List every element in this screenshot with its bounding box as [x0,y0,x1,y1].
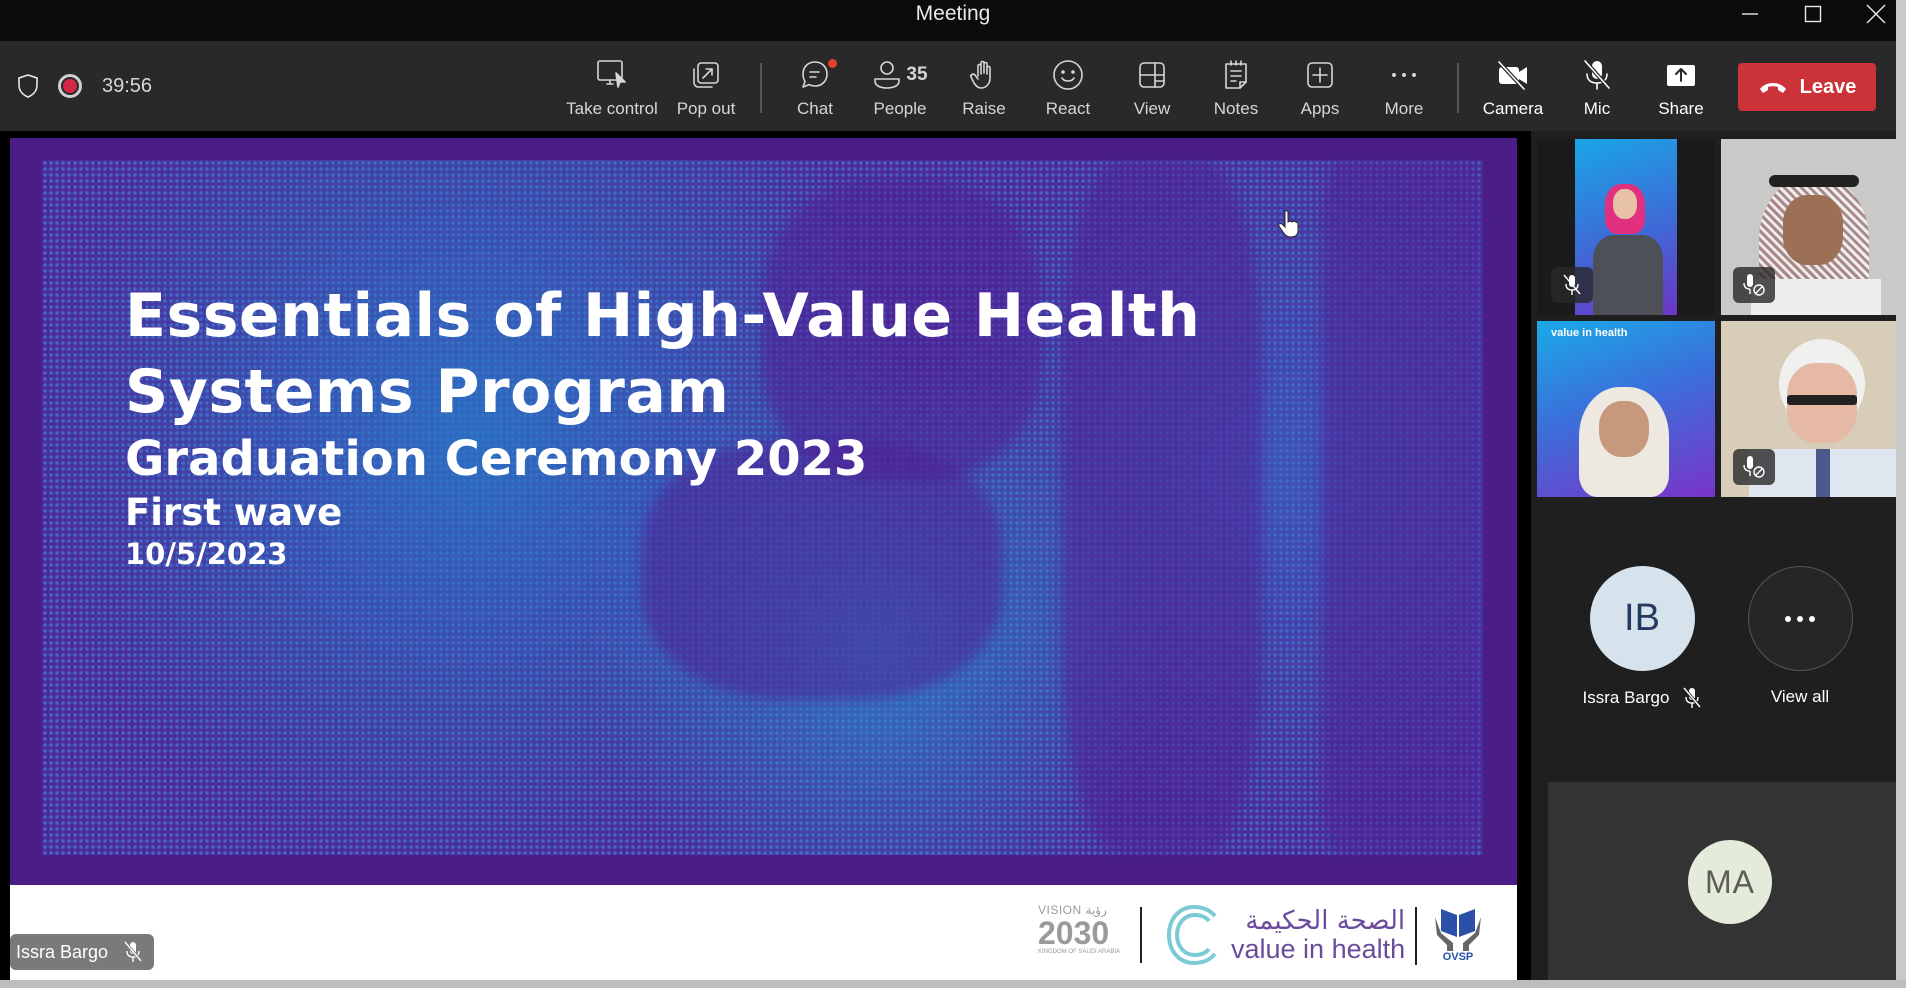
window-title: Meeting [915,2,991,25]
meeting-status: 39:56 [16,73,152,99]
teams-meeting-window: Meeting 39:56 Take control Pop out Chat … [0,0,1906,988]
slide-logo-strip: VISION رؤية 2030 KINGDOM OF SAUDI ARABIA… [10,885,1517,980]
presenter-name-tag: Issra Bargo [10,934,155,970]
mic-blocked-badge [1733,449,1775,485]
apps-button[interactable]: Apps [1277,55,1363,123]
background-logo-text: value in health [1551,327,1628,339]
pop-out-icon [693,62,719,88]
avatar: MA [1688,840,1772,924]
meeting-timer: 39:56 [102,74,153,97]
mic-muted-icon [124,941,143,962]
camera-button[interactable]: Camera [1470,55,1556,123]
shared-slide: Essentials of High-Value Health Systems … [10,138,1517,980]
shield-icon[interactable] [16,73,40,99]
window-edge [0,980,1906,988]
window-edge [1896,0,1906,988]
hang-up-icon [1759,83,1786,93]
mic-blocked-badge [1733,267,1775,303]
view-all-button[interactable]: View all [1720,566,1880,707]
raise-hand-button[interactable]: Raise [941,55,1027,123]
toolbar-divider [760,63,762,113]
view-button[interactable]: View [1109,55,1195,123]
pop-out-button[interactable]: Pop out [663,55,749,123]
screen-pointer-icon [597,60,626,88]
people-button[interactable]: 35 People [857,55,943,123]
mic-muted-badge [1551,267,1593,303]
slide-date: 10/5/2023 [125,537,288,571]
shared-content-stage: Essentials of High-Value Health Systems … [0,131,1531,988]
mic-blocked-icon [1743,274,1765,296]
ellipsis-icon [1392,73,1416,77]
react-button[interactable]: React [1025,55,1111,123]
chat-button[interactable]: Chat [772,55,858,123]
mic-muted-icon [1683,687,1702,708]
mic-off-icon [1583,59,1611,90]
layout-icon [1139,62,1165,88]
slide-title-line1: Essentials of High-Value Health [125,281,1201,351]
avatar: IB [1589,566,1695,671]
ellipsis-icon [1785,615,1815,622]
add-app-icon [1307,62,1333,88]
minimize-button[interactable] [1722,0,1778,28]
notes-button[interactable]: Notes [1193,55,1279,123]
chat-notification-dot [828,59,837,68]
self-video-tile[interactable]: MA [1548,782,1906,980]
slide-title-line2: Systems Program [125,357,730,427]
title-bar: Meeting [0,0,1906,40]
logo-divider [1415,907,1417,965]
slide-title-block: Essentials of High-Value Health Systems … [125,278,1200,572]
meeting-toolbar: 39:56 Take control Pop out Chat 35 Peopl… [0,41,1896,131]
video-tile-participant-1[interactable] [1537,139,1715,315]
hand-icon [970,60,991,89]
hand-pointer-cursor-icon [1278,210,1299,238]
mic-button[interactable]: Mic [1554,55,1640,123]
participant-name: Issra Bargo [1582,688,1670,707]
slide-subtitle: Graduation Ceremony 2023 [125,431,868,487]
value-in-health-logo: الصحة الحكيمة value in health [1165,903,1405,967]
video-tile-participant-3[interactable]: value in health [1537,321,1715,497]
toolbar-divider [1457,63,1459,113]
minimize-icon [1742,13,1758,15]
camera-off-icon [1497,60,1527,91]
video-tile-participant-2[interactable] [1721,139,1899,315]
participant-video: value in health [1537,321,1715,497]
logo-divider [1140,907,1142,963]
chat-icon [802,61,828,88]
person-icon [874,61,901,89]
share-button[interactable]: Share [1638,55,1724,123]
smiley-icon [1053,60,1083,90]
ovsp-logo: OVSP [1430,903,1486,967]
ovsp-hands-book-icon [1435,909,1481,951]
take-control-button[interactable]: Take control [566,55,658,123]
value-in-health-c-icon [1166,904,1217,966]
mic-muted-icon [1563,274,1581,295]
close-icon [1866,4,1886,24]
participant-avatar-issra-bargo[interactable]: IB Issra Bargo [1562,566,1722,709]
slide-wave: First wave [125,491,343,534]
share-icon [1667,65,1695,86]
video-tile-participant-4[interactable] [1721,321,1899,497]
notes-icon [1225,60,1247,89]
vision-2030-logo: VISION رؤية 2030 KINGDOM OF SAUDI ARABIA [1038,903,1121,955]
maximize-icon [1804,5,1822,23]
more-button[interactable]: More [1361,55,1447,123]
leave-button[interactable]: Leave [1738,63,1876,111]
mic-blocked-icon [1743,456,1765,478]
recording-indicator [58,74,82,98]
maximize-button[interactable] [1785,0,1841,28]
people-count: 35 [906,64,928,85]
